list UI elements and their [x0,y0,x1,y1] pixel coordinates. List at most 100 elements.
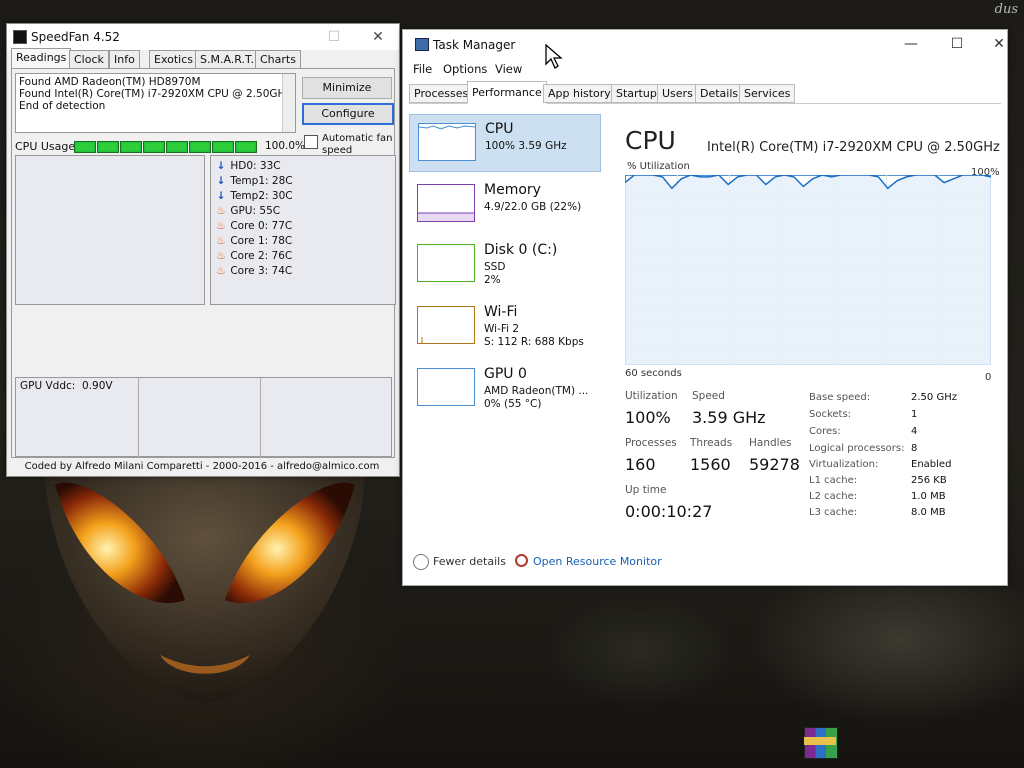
tab-app-history[interactable]: App history [543,84,616,103]
speedfan-window: SpeedFan 4.52 ☐ ✕ Readings Clock Info Ex… [6,23,400,477]
tab-details[interactable]: Details [695,84,744,103]
temperatures-panel: ↓ HD0: 33C ↓ Temp1: 28C ↓ Temp2: 30C ♨ G… [210,155,396,305]
maximize-button[interactable]: ☐ [321,27,347,47]
minimize-button[interactable]: Minimize [302,77,392,99]
spec-value: 8.0 MB [911,507,946,518]
tab-clock[interactable]: Clock [69,50,109,68]
spec-label: L1 cache: [809,475,858,486]
mouse-cursor-icon [545,44,563,69]
utilization-label: Utilization [625,390,678,402]
flame-icon: ♨ [216,265,226,277]
tab-startup[interactable]: Startup [611,84,662,103]
winrar-desktop-icon[interactable] [800,725,840,765]
sidebar-item-memory[interactable]: Memory 4.9/22.0 GB (22%) [409,176,601,234]
configure-button[interactable]: Configure [302,103,394,125]
spec-value: 2.50 GHz [911,392,957,403]
cpu-usage-bar [143,141,165,153]
speedfan-titlebar[interactable]: SpeedFan 4.52 ☐ ✕ [7,24,399,50]
cpu-usage-value: 100.0% [265,140,306,152]
speedfan-readings-panel: Found AMD Radeon(TM) HD8970M Found Intel… [11,68,396,458]
log-line: Found AMD Radeon(TM) HD8970M [19,76,201,88]
utilization-value: 100% [625,408,671,427]
task-manager-titlebar[interactable]: Task Manager — ☐ ✕ [403,30,1007,60]
task-manager-title: Task Manager [433,38,516,52]
processes-label: Processes [625,437,677,449]
utilization-area [625,175,991,365]
tab-users[interactable]: Users [657,84,698,103]
speedfan-tabs: Readings Clock Info Exotics S.M.A.R.T. C… [11,48,395,69]
tab-info[interactable]: Info [109,50,140,68]
automatic-fan-speed-checkbox[interactable] [304,135,318,149]
spec-value: 4 [911,426,918,437]
gpu-mini-graph [417,368,475,406]
speedfan-credits: Coded by Alfredo Milani Comparetti - 200… [24,461,380,472]
log-line: End of detection [19,100,106,112]
cpu-usage-bar [235,141,257,153]
spec-label: Sockets: [809,409,852,420]
speed-value: 3.59 GHz [692,408,766,427]
cpu-usage-bar [212,141,234,153]
down-arrow-icon: ↓ [216,160,226,172]
task-manager-window: Task Manager — ☐ ✕ File Options View Pro… [402,29,1008,586]
gpu-vddc-reading: GPU Vddc: 0.90V [20,380,113,392]
tab-exotics[interactable]: Exotics [149,50,198,68]
resource-monitor-icon[interactable] [515,554,528,567]
sidebar-item-disk[interactable]: Disk 0 (C:) SSD 2% [409,236,601,294]
cpu-heading: CPU [625,126,676,155]
maximize-button[interactable]: ☐ [937,36,977,56]
tab-smart[interactable]: S.M.A.R.T. [195,50,259,68]
sidebar-item-wifi[interactable]: Wi-Fi Wi-Fi 2 S: 112 R: 688 Kbps [409,298,601,356]
sidebar-item-gpu[interactable]: GPU 0 AMD Radeon(TM) ... 0% (55 °C) [409,360,601,418]
log-scrollbar[interactable] [282,74,295,132]
tab-processes[interactable]: Processes [409,84,474,103]
cpu-usage-bar [189,141,211,153]
down-arrow-icon: ↓ [216,175,226,187]
processes-value: 160 [625,455,656,474]
utilization-min-label: 0 [985,372,992,383]
voltages-panel: GPU Vddc: 0.90V [15,377,392,458]
minimize-button[interactable]: — [891,36,931,56]
menu-options[interactable]: Options [443,62,487,76]
fan-speeds-panel [15,155,205,305]
time-span-label: 60 seconds [625,368,682,379]
menu-view[interactable]: View [495,62,522,76]
chevron-up-icon[interactable] [413,554,429,570]
down-arrow-icon: ↓ [216,190,226,202]
task-manager-tabs: Processes Performance App history Startu… [409,81,1001,104]
disk-mini-graph [417,244,475,282]
watermark: dus [994,2,1018,17]
temp-row: ♨ GPU: 55C [216,205,281,217]
handles-value: 59278 [749,455,800,474]
open-resource-monitor-link[interactable]: Open Resource Monitor [533,555,662,568]
speedfan-app-icon [13,30,27,44]
close-button[interactable]: ✕ [979,36,1019,56]
menu-file[interactable]: File [413,62,432,76]
fewer-details-link[interactable]: Fewer details [433,555,506,568]
cpu-mini-graph [418,123,476,161]
spec-value: 1 [911,409,918,420]
spec-label: Logical processors: [809,443,905,454]
temp-row: ♨ Core 2: 76C [216,250,293,262]
tab-performance[interactable]: Performance [467,81,547,104]
cpu-utilization-graph [625,175,991,365]
detection-log[interactable]: Found AMD Radeon(TM) HD8970M Found Intel… [15,73,296,133]
cpu-usage-bar [74,141,96,153]
flame-icon: ♨ [216,220,226,232]
speedfan-title: SpeedFan 4.52 [31,30,120,44]
spec-value: 1.0 MB [911,491,946,502]
temp-row: ↓ HD0: 33C [216,160,281,172]
close-button[interactable]: ✕ [365,27,391,47]
automatic-fan-speed-label: Automatic fan speed [322,133,393,156]
wifi-mini-graph [417,306,475,344]
tab-charts[interactable]: Charts [255,50,301,68]
utilization-axis-label: % Utilization [627,161,690,172]
temp-row: ♨ Core 1: 78C [216,235,293,247]
cpu-usage-bar [97,141,119,153]
tab-readings[interactable]: Readings [11,48,72,69]
spec-value: 8 [911,443,918,454]
spec-label: Virtualization: [809,459,879,470]
sidebar-item-cpu[interactable]: CPU 100% 3.59 GHz [409,114,601,172]
tab-services[interactable]: Services [739,84,796,103]
spec-label: Cores: [809,426,841,437]
spec-label: Base speed: [809,392,871,403]
